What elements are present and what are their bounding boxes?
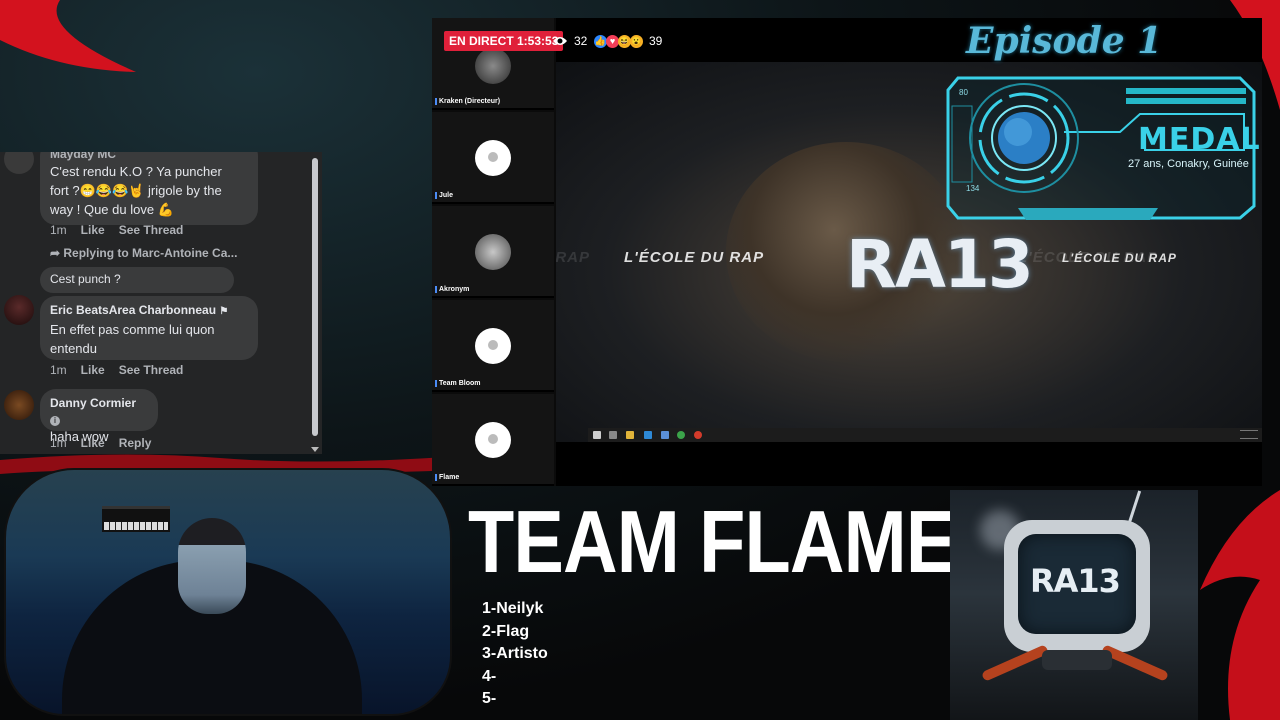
windows-taskbar: [588, 428, 1262, 442]
avatar[interactable]: [4, 295, 34, 325]
hud-dial-top: 80: [959, 88, 968, 97]
robot-mascot-card: RA13: [950, 490, 1198, 720]
user-placeholder-icon: [475, 328, 511, 364]
keyboard-keys: [104, 522, 168, 530]
hud-dial-bottom: 134: [966, 184, 980, 193]
chat-bubble: Cest punch ?: [40, 267, 234, 293]
reply-reference[interactable]: ➦ Replying to Marc-Antoine Ca...: [50, 246, 237, 260]
flag-icon: ⚑: [219, 306, 229, 317]
participant-tile[interactable]: Flame: [432, 394, 554, 486]
like-link[interactable]: Like: [81, 223, 105, 237]
red-swoosh-top-left: [0, 0, 136, 72]
team-roster: 1-Neilyk 2-Flag 3-Artisto 4- 5-: [482, 598, 548, 711]
robot-leg-left: [980, 644, 1050, 682]
tagline-ghost-left: L'ÉCOLE DU RAP: [556, 249, 590, 266]
like-link[interactable]: Like: [81, 363, 105, 377]
user-placeholder-icon: [475, 140, 511, 176]
webcam-feed: [4, 468, 452, 716]
ra13-logo: RA13: [846, 226, 1034, 303]
tagline-right: L'ÉCOLE DU RAP: [1062, 251, 1177, 265]
app-icon[interactable]: [694, 431, 702, 439]
chat-actions: 1m Like See Thread: [50, 363, 183, 377]
chat-actions: 1m Like Reply: [50, 436, 151, 450]
tagline-left: L'ÉCOLE DU RAP: [624, 249, 765, 266]
participant-photo: [475, 234, 511, 270]
chat-author[interactable]: Mayday MC: [50, 152, 248, 162]
live-indicator: EN DIRECT 1:53:53: [444, 31, 564, 51]
viewer-count-value: 32: [574, 34, 588, 48]
chat-text-line: way ! Que du love 💪: [50, 202, 174, 217]
timestamp: 1m: [50, 436, 67, 450]
chat-bubble: Danny Cormier i haha wow: [40, 389, 158, 444]
chat-text-line: Cest punch ?: [50, 272, 121, 286]
tray-clock: [1240, 430, 1258, 439]
timestamp: 1m: [50, 223, 67, 237]
robot-base: [1042, 650, 1112, 670]
info-icon: i: [50, 416, 60, 426]
participant-name: Team Bloom: [435, 380, 481, 387]
participant-photo: [475, 48, 511, 84]
chat-text-line: C'est rendu K.O ? Ya puncher: [50, 164, 222, 179]
person-head: [178, 518, 246, 614]
avatar[interactable]: [4, 152, 34, 174]
timestamp: 1m: [50, 363, 67, 377]
participants-column: Kraken (Directeur) Jule Akronym Team Blo…: [432, 18, 556, 486]
reply-arrow-icon: ➦: [50, 246, 64, 260]
episode-title: Episode 1: [966, 20, 1163, 62]
participant-tile[interactable]: Akronym: [432, 206, 554, 298]
wow-icon: 😮: [630, 34, 643, 48]
participant-name: Akronym: [435, 286, 469, 293]
reply-reference-text: Replying to Marc-Antoine Ca...: [63, 246, 238, 260]
roster-item: 2-Flag: [482, 622, 530, 640]
chat-text-line: fort ?😁😂😂🤘 jrigole by the: [50, 183, 222, 198]
robot-logo: RA13: [1030, 562, 1121, 600]
scroll-down-arrow-icon[interactable]: [311, 447, 319, 452]
windows-start-icon[interactable]: [593, 431, 601, 439]
chat-text-line: entendu: [50, 341, 97, 356]
red-swoosh-right: [1200, 490, 1280, 720]
eye-icon: [553, 37, 567, 45]
chat-scrollbar[interactable]: [312, 158, 318, 436]
chat-author[interactable]: Eric BeatsArea Charbonneau ⚑: [50, 302, 248, 320]
chat-author[interactable]: Danny Cormier i: [50, 395, 148, 427]
reaction-count: 👍 ♥ 😆 😮 39: [594, 31, 662, 51]
viewer-count: 32: [552, 31, 587, 51]
roster-item: 1-Neilyk: [482, 600, 544, 617]
participant-name: Jule: [435, 192, 453, 199]
participant-name: Kraken (Directeur): [435, 98, 500, 105]
user-placeholder-icon: [475, 422, 511, 458]
participant-tile[interactable]: Jule: [432, 112, 554, 204]
chat-bubble: Eric BeatsArea Charbonneau ⚑ En effet pa…: [40, 296, 258, 360]
store-icon[interactable]: [661, 431, 669, 439]
reply-link[interactable]: Reply: [119, 436, 152, 450]
roster-item: 5-: [482, 690, 497, 707]
see-thread-link[interactable]: See Thread: [119, 363, 184, 377]
roster-item: 4-: [482, 667, 497, 685]
roster-item: 3-Artisto: [482, 645, 548, 662]
chrome-icon[interactable]: [677, 431, 685, 439]
like-link[interactable]: Like: [81, 436, 105, 450]
task-view-icon[interactable]: [609, 431, 617, 439]
reaction-count-value: 39: [649, 34, 663, 48]
chat-bubble: Mayday MC C'est rendu K.O ? Ya puncher f…: [40, 152, 258, 225]
team-title: TEAM FLAME: [468, 492, 956, 591]
chat-text-line: En effet pas comme lui quon: [50, 322, 215, 337]
contestant-details: 27 ans, Conakry, Guinée: [1128, 158, 1249, 170]
edge-icon[interactable]: [644, 431, 652, 439]
contestant-name: MEDAL: [1138, 122, 1261, 157]
live-chat-panel: Mayday MC C'est rendu K.O ? Ya puncher f…: [0, 152, 322, 454]
see-thread-link[interactable]: See Thread: [119, 223, 184, 237]
participant-name: Flame: [435, 474, 459, 481]
chat-actions: 1m Like See Thread: [50, 223, 183, 237]
file-explorer-icon[interactable]: [626, 431, 634, 439]
participant-tile[interactable]: Team Bloom: [432, 300, 554, 392]
avatar[interactable]: [4, 390, 34, 420]
